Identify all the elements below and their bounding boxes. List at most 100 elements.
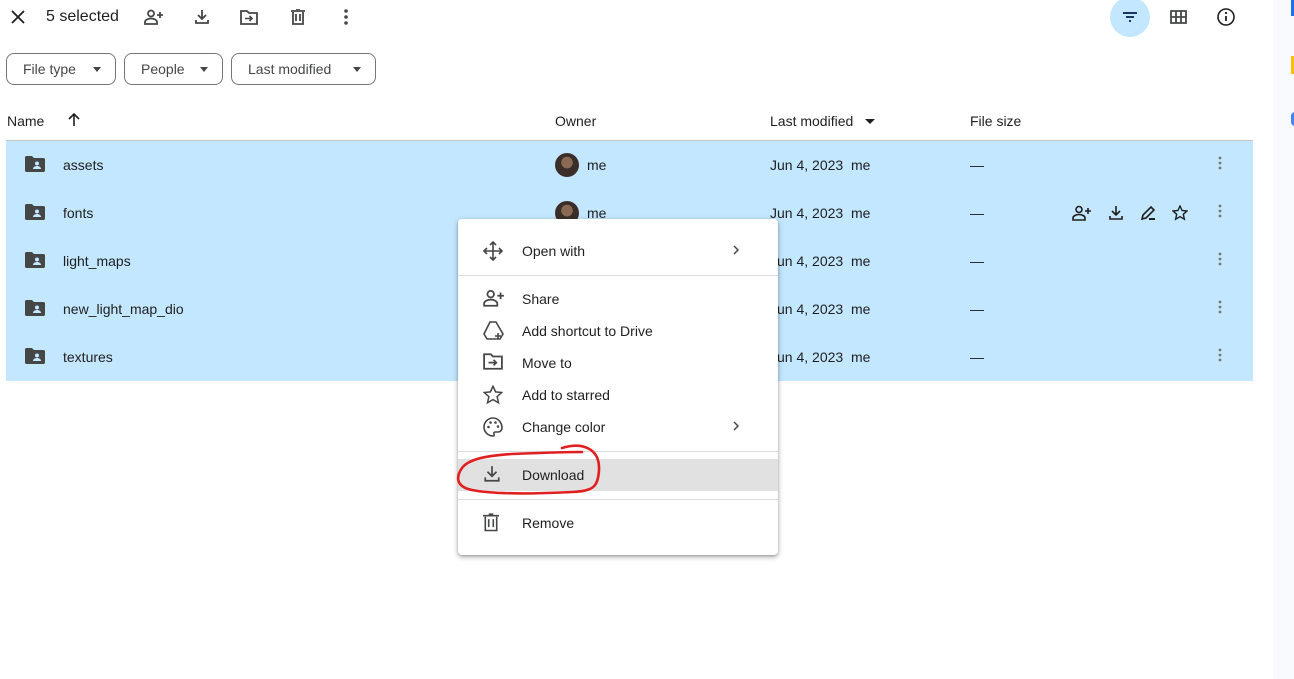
close-selection-button[interactable] <box>8 7 28 27</box>
annotation-circle <box>456 444 601 495</box>
delete-button[interactable] <box>286 6 310 28</box>
more-vert-icon <box>1218 300 1222 314</box>
modified-date: Jun 4, 2023 me <box>770 301 870 317</box>
owner-avatar <box>555 153 579 177</box>
chevron-right-icon <box>733 421 740 431</box>
filter-toggle-button[interactable] <box>1110 0 1150 37</box>
shared-folder-icon <box>25 300 45 316</box>
share-button[interactable] <box>142 6 166 28</box>
menu-item-add-shortcut[interactable]: Add shortcut to Drive <box>458 315 778 347</box>
download-icon <box>195 10 209 24</box>
filter-icon <box>1123 12 1137 22</box>
trash-icon <box>291 9 305 25</box>
file-name: light_maps <box>63 253 131 269</box>
file-type-filter-label: File type <box>23 61 76 77</box>
person-add-icon <box>483 289 504 307</box>
shared-folder-icon <box>25 252 45 268</box>
modified-date-value: Jun 4, 2023 <box>770 301 844 317</box>
last-modified-filter[interactable]: Last modified <box>231 53 376 85</box>
star-icon <box>483 385 503 405</box>
menu-item-label: Share <box>522 291 560 307</box>
column-header-last-modified[interactable]: Last modified <box>770 113 853 129</box>
person-add-icon <box>144 9 163 25</box>
move-icon <box>483 353 503 370</box>
move-icon <box>240 9 258 25</box>
shared-folder-icon <box>25 204 45 220</box>
modified-date-value: Jun 4, 2023 <box>770 205 844 221</box>
open-with-icon <box>483 241 503 261</box>
file-name: textures <box>63 349 113 365</box>
column-header-owner[interactable]: Owner <box>555 113 596 129</box>
column-header-name[interactable]: Name <box>7 113 44 129</box>
menu-item-label: Remove <box>522 515 575 531</box>
grid-icon <box>1169 10 1187 24</box>
row-more-button[interactable] <box>1218 299 1222 315</box>
menu-item-open-with[interactable]: Open with <box>458 235 778 267</box>
more-actions-button[interactable] <box>334 6 358 28</box>
star-row-icon[interactable] <box>1172 205 1188 221</box>
menu-item-share[interactable]: Share <box>458 283 778 315</box>
row-more-button[interactable] <box>1218 251 1222 267</box>
details-button[interactable] <box>1214 5 1238 29</box>
modified-by: me <box>850 301 871 317</box>
file-row[interactable]: assets me Jun 4, 2023 me — <box>6 141 1253 189</box>
modified-date: Jun 4, 2023 me <box>770 205 870 221</box>
file-size: — <box>970 157 984 173</box>
people-filter-label: People <box>141 61 185 77</box>
close-icon <box>11 10 25 24</box>
grid-view-button[interactable] <box>1166 5 1190 29</box>
modified-by: me <box>850 205 871 221</box>
menu-item-change-color[interactable]: Change color <box>458 411 778 443</box>
modified-date: Jun 4, 2023 me <box>770 349 870 365</box>
owner-name: me <box>587 157 607 173</box>
shared-folder-icon <box>25 348 45 364</box>
dropdown-arrow-icon <box>93 67 101 72</box>
people-filter[interactable]: People <box>124 53 223 85</box>
file-type-filter[interactable]: File type <box>6 53 116 85</box>
download-button[interactable] <box>190 6 214 28</box>
column-header-file-size[interactable]: File size <box>970 113 1021 129</box>
modified-date: Jun 4, 2023 me <box>770 253 870 269</box>
menu-item-label: Add shortcut to Drive <box>522 323 653 339</box>
more-vert-icon <box>1218 204 1222 218</box>
row-more-button[interactable] <box>1218 203 1222 219</box>
file-name: new_light_map_dio <box>63 301 184 317</box>
chevron-right-icon <box>733 245 740 255</box>
more-vert-icon <box>1218 156 1222 170</box>
context-menu: Open with Share Add shortcut to Drive Mo… <box>458 219 778 555</box>
more-vert-icon <box>1218 348 1222 362</box>
side-panel <box>1273 0 1294 679</box>
row-more-button[interactable] <box>1218 347 1222 363</box>
rename-row-icon[interactable] <box>1140 205 1156 221</box>
info-icon <box>1217 8 1235 26</box>
sort-descending-icon <box>865 119 875 124</box>
modified-by: me <box>850 253 871 269</box>
move-button[interactable] <box>237 6 261 28</box>
modified-by: me <box>850 157 871 173</box>
menu-item-label: Move to <box>522 355 572 371</box>
menu-item-move-to[interactable]: Move to <box>458 347 778 379</box>
file-size: — <box>970 253 984 269</box>
menu-item-label: Change color <box>522 419 606 435</box>
modified-date-value: Jun 4, 2023 <box>770 157 844 173</box>
row-more-button[interactable] <box>1218 155 1222 171</box>
row-quick-actions <box>1072 205 1188 221</box>
more-vert-icon <box>344 9 348 25</box>
menu-item-remove[interactable]: Remove <box>458 507 778 539</box>
share-row-icon[interactable] <box>1072 205 1092 221</box>
drive-shortcut-icon <box>483 321 504 340</box>
file-size: — <box>970 301 984 317</box>
arrow-up-icon <box>68 113 80 126</box>
menu-item-add-to-starred[interactable]: Add to starred <box>458 379 778 411</box>
trash-icon <box>483 513 499 532</box>
file-name: assets <box>63 157 104 173</box>
menu-divider <box>458 275 778 276</box>
selection-count: 5 selected <box>46 8 119 25</box>
modified-date: Jun 4, 2023 me <box>770 157 870 173</box>
menu-item-label: Open with <box>522 243 586 259</box>
download-row-icon[interactable] <box>1108 205 1124 221</box>
dropdown-arrow-icon <box>353 67 361 72</box>
shared-folder-icon <box>25 156 45 172</box>
modified-by: me <box>850 349 871 365</box>
sort-ascending-button[interactable] <box>66 112 82 128</box>
